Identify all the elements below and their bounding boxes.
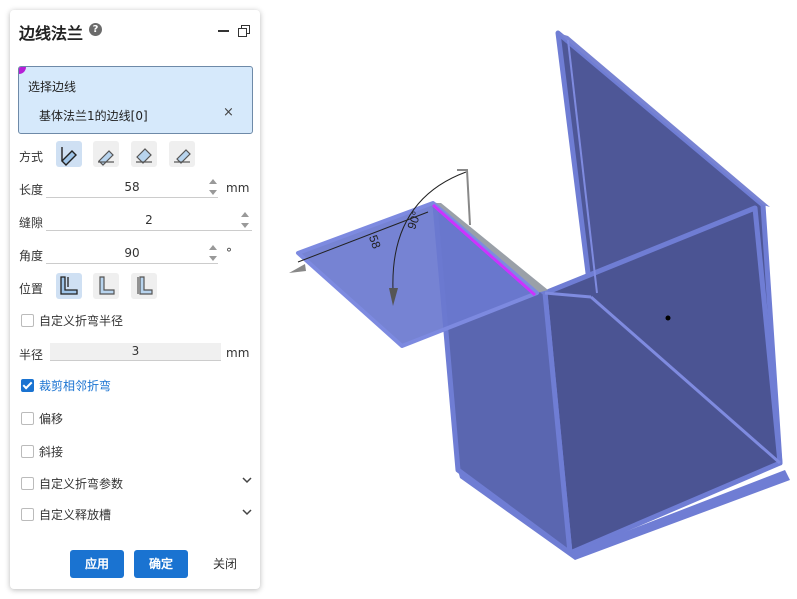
angle-label: 角度 <box>19 249 44 263</box>
help-icon[interactable]: ? <box>89 23 102 36</box>
apply-button[interactable]: 应用 <box>70 550 124 578</box>
position-icon <box>137 276 153 295</box>
selection-active-indicator <box>19 67 26 74</box>
angle-input[interactable]: 90 <box>46 243 218 264</box>
position-outer-button[interactable] <box>93 273 119 299</box>
close-button[interactable]: 关闭 <box>198 550 252 578</box>
position-icon <box>99 276 115 295</box>
gap-input[interactable]: 2 <box>46 210 252 231</box>
ok-button[interactable]: 确定 <box>134 550 188 578</box>
gap-label: 缝隙 <box>19 216 44 230</box>
gap-stepper-icon[interactable] <box>240 210 250 230</box>
custom-relief-checkbox[interactable] <box>21 508 34 521</box>
custom-bend-params-checkbox[interactable] <box>21 477 34 490</box>
minimize-icon[interactable] <box>218 30 229 32</box>
flange-mode-icon <box>136 148 152 164</box>
restore-window-icon[interactable] <box>238 25 250 37</box>
length-stepper-icon[interactable] <box>208 177 218 197</box>
length-label: 长度 <box>19 183 44 197</box>
radius-input: 3 <box>50 343 221 361</box>
trim-adjacent-bends-checkbox[interactable] <box>21 379 34 392</box>
chevron-down-icon[interactable] <box>242 507 252 517</box>
flange-mode-icon <box>174 149 191 164</box>
radius-value: 3 <box>131 344 140 358</box>
gap-value: 2 <box>145 213 153 227</box>
custom-bend-params-label: 自定义折弯参数 <box>39 477 124 491</box>
radius-unit: mm <box>226 346 250 360</box>
remove-selection-icon[interactable]: × <box>223 105 234 120</box>
length-unit: mm <box>226 181 250 195</box>
edge-flange-panel: 边线法兰 ? 选择边线 基体法兰1的边线[0] × 方式 长度 58 mm 缝隙… <box>10 10 260 589</box>
miter-checkbox[interactable] <box>21 445 34 458</box>
angle-stepper-icon[interactable] <box>208 243 218 263</box>
length-value: 58 <box>124 180 140 194</box>
position-label: 位置 <box>19 282 44 296</box>
custom-bend-radius-checkbox[interactable] <box>21 314 34 327</box>
edge-selection-box[interactable]: 选择边线 基体法兰1的边线[0] × <box>18 66 253 134</box>
miter-label: 斜接 <box>39 445 64 459</box>
angle-unit: ° <box>226 246 232 260</box>
offset-checkbox[interactable] <box>21 412 34 425</box>
mode-label: 方式 <box>19 150 44 164</box>
center-point <box>665 315 671 321</box>
selected-edge-item[interactable]: 基体法兰1的边线[0] <box>39 107 148 124</box>
flange-mode-icon <box>98 150 114 166</box>
position-bend-outer-button[interactable] <box>131 273 157 299</box>
flange-mode-icon <box>61 147 77 166</box>
mode-material-outside-button[interactable] <box>93 141 119 167</box>
custom-bend-radius-label: 自定义折弯半径 <box>39 314 124 328</box>
custom-relief-label: 自定义释放槽 <box>39 508 112 522</box>
radius-label: 半径 <box>19 348 44 362</box>
trim-adjacent-bends-label: 裁剪相邻折弯 <box>39 379 112 393</box>
angle-value: 90 <box>124 246 140 260</box>
length-arrow-head <box>289 264 306 273</box>
right-face <box>542 205 783 556</box>
mode-material-inside-button[interactable] <box>56 141 82 167</box>
angle-reference-line <box>457 169 471 226</box>
selection-label: 选择边线 <box>28 80 77 94</box>
mode-virtual-sharp-button[interactable] <box>169 141 195 167</box>
position-inner-button[interactable] <box>56 273 82 299</box>
panel-title: 边线法兰 <box>19 24 84 43</box>
mode-bend-outside-button[interactable] <box>131 141 157 167</box>
length-input[interactable]: 58 <box>46 177 218 198</box>
offset-label: 偏移 <box>39 412 64 426</box>
chevron-down-icon[interactable] <box>242 475 252 485</box>
position-icon <box>60 276 78 295</box>
